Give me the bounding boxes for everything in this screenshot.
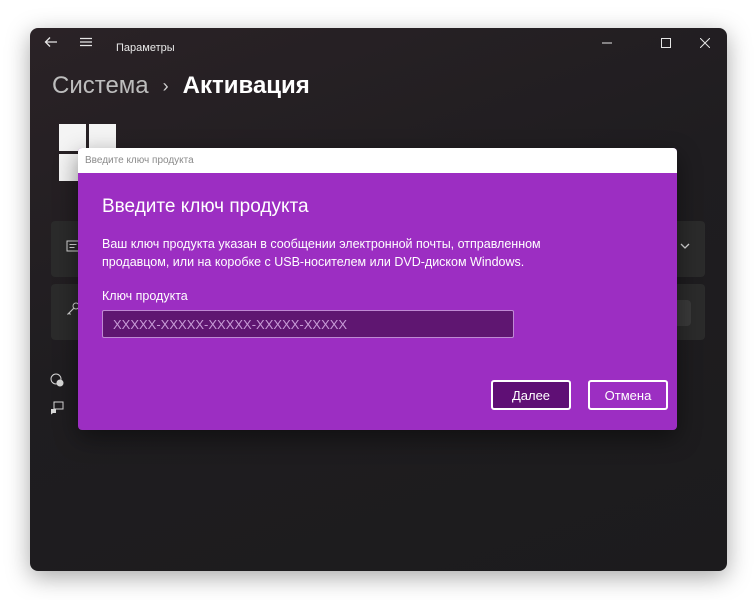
dialog-title-bar: Введите ключ продукта [78,148,677,173]
minimize-button[interactable] [584,28,630,58]
cancel-button[interactable]: Отмена [588,380,668,410]
close-button[interactable] [682,28,727,58]
chevron-down-icon [679,239,691,257]
feedback-icon[interactable] [50,401,64,418]
title-bar: Параметры [30,28,727,68]
window-title: Параметры [116,42,175,54]
product-key-input[interactable] [102,310,514,338]
back-arrow-icon[interactable] [44,34,58,54]
next-button[interactable]: Далее [491,380,571,410]
breadcrumb: Система › Активация [52,72,310,100]
product-key-dialog: Введите ключ продукта Введите ключ проду… [78,148,677,430]
hamburger-icon[interactable] [79,34,93,54]
dialog-heading: Введите ключ продукта [102,196,309,217]
product-key-label: Ключ продукта [102,289,188,303]
help-icon[interactable] [50,373,64,390]
page-title: Активация [182,72,310,99]
dialog-description: Ваш ключ продукта указан в сообщении эле… [102,237,541,269]
chevron-right-icon: › [162,75,169,96]
breadcrumb-parent[interactable]: Система [52,72,149,100]
